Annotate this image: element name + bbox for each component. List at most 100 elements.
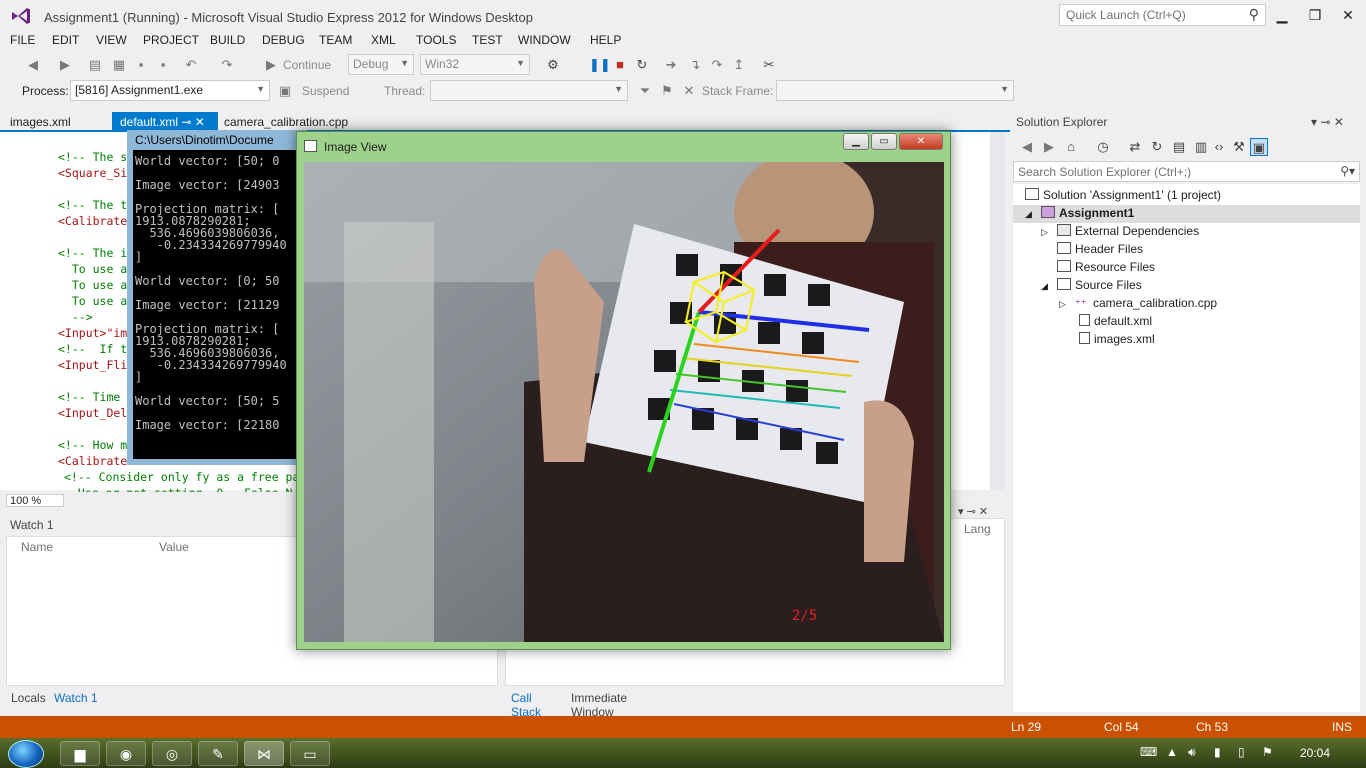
image-view-task-icon[interactable]: ▭ — [290, 741, 330, 766]
menu-debug[interactable]: DEBUG — [262, 33, 305, 47]
stack-frame-select[interactable]: ▼ — [776, 80, 1014, 101]
tree-item-camera-calibration-cpp[interactable]: ▷ ⁺⁺ camera_calibration.cpp — [1059, 296, 1217, 310]
hex-display-icon[interactable]: ✂ — [760, 56, 778, 74]
properties-icon[interactable]: ⚒ — [1230, 138, 1248, 156]
save-all-icon[interactable]: ▪ — [154, 56, 172, 74]
stop-debugging-icon[interactable]: ■ — [611, 56, 629, 74]
tree-item-resource-files[interactable]: Resource Files — [1057, 260, 1155, 274]
media-task-icon[interactable]: ◎ — [152, 741, 192, 766]
menu-file[interactable]: FILE — [10, 33, 35, 47]
power-icon[interactable]: ▯ — [1238, 745, 1245, 759]
zoom-select[interactable]: 100 % — [6, 494, 64, 507]
continue-icon[interactable]: ▶ — [262, 56, 280, 74]
watch-col-value[interactable]: Value — [159, 540, 189, 554]
menu-view[interactable]: VIEW — [96, 33, 127, 47]
pin-icon[interactable]: ⊸ — [181, 115, 191, 129]
solution-tree[interactable]: Solution 'Assignment1' (1 project) ◢ Assi… — [1013, 184, 1360, 712]
solution-platform-select[interactable]: Win32 ▼ — [420, 54, 530, 75]
process-select[interactable]: [5816] Assignment1.exe ▼ — [70, 80, 270, 101]
solution-explorer-search-input[interactable]: Search Solution Explorer (Ctrl+;) ⚲▾ — [1013, 161, 1360, 182]
start-button[interactable] — [8, 740, 44, 768]
action-center-flag-icon[interactable]: ⚑ — [1262, 745, 1273, 759]
navigate-forward-icon[interactable]: ▶ — [56, 56, 74, 74]
pending-changes-filter-icon[interactable]: ◷ — [1094, 138, 1112, 156]
network-icon[interactable]: ▮ — [1214, 745, 1221, 759]
menu-project[interactable]: PROJECT — [143, 33, 199, 47]
taskbar-clock[interactable]: 20:04 — [1300, 746, 1330, 760]
menu-window[interactable]: WINDOW — [518, 33, 571, 47]
menu-xml[interactable]: XML — [371, 33, 396, 47]
menu-help[interactable]: HELP — [590, 33, 621, 47]
view-code-icon[interactable]: ‹› — [1210, 138, 1228, 156]
tab-watch-1[interactable]: Watch 1 — [54, 691, 98, 705]
attach-icon[interactable]: ⚙ — [544, 56, 562, 74]
tree-item-source-files[interactable]: ◢ Source Files — [1041, 278, 1142, 292]
solution-configuration-select[interactable]: Debug ▼ — [348, 54, 414, 75]
menu-team[interactable]: TEAM — [319, 33, 352, 47]
tree-item-solution[interactable]: Solution 'Assignment1' (1 project) — [1025, 188, 1221, 202]
tab-default-xml[interactable]: default.xml ⊸ ✕ — [112, 112, 218, 132]
tab-immediate-window[interactable]: Immediate Window — [571, 691, 627, 719]
keyboard-icon[interactable]: ⌨ — [1140, 745, 1157, 759]
watch-col-name[interactable]: Name — [21, 540, 53, 554]
tree-item-default-xml[interactable]: default.xml — [1079, 314, 1152, 328]
step-into-icon[interactable]: ↴ — [686, 56, 704, 74]
console-window[interactable]: World vector: [50; 0 Image vector: [24903… — [127, 130, 307, 465]
step-over-icon[interactable]: ↷ — [708, 56, 726, 74]
show-next-statement-icon[interactable]: ➜ — [662, 56, 680, 74]
step-out-icon[interactable]: ↥ — [730, 56, 748, 74]
show-hidden-icons-icon[interactable]: ▲ — [1166, 745, 1178, 759]
continue-button[interactable]: Continue — [283, 58, 331, 72]
quick-launch-input[interactable]: Quick Launch (Ctrl+Q) ⚲ — [1059, 4, 1266, 26]
tab-camera-calibration-cpp[interactable]: camera_calibration.cpp — [216, 112, 356, 132]
call-stack-col-lang[interactable]: Lang — [964, 522, 991, 536]
minimize-button[interactable]: ▁ — [1267, 4, 1297, 26]
explorer-task-icon[interactable]: ▆ — [60, 741, 100, 766]
thread-select[interactable]: ▼ — [430, 80, 628, 101]
tree-item-images-xml[interactable]: images.xml — [1079, 332, 1155, 346]
editor-vertical-scrollbar[interactable] — [990, 132, 1005, 490]
solution-explorer-window-controls-icon[interactable]: ▾ ⊸ ✕ — [1311, 115, 1344, 129]
lifecycle-events-icon[interactable]: ▣ — [276, 82, 294, 100]
new-project-icon[interactable]: ▤ — [86, 56, 104, 74]
forward-icon[interactable]: ▶ — [1040, 138, 1058, 156]
tree-item-project[interactable]: ◢ Assignment1 — [1013, 205, 1360, 223]
tree-item-header-files[interactable]: Header Files — [1057, 242, 1143, 256]
collapse-arrow-icon[interactable]: ▷ — [1041, 227, 1057, 238]
threads-toggle-icon[interactable]: ✕ — [680, 82, 698, 100]
tab-images-xml[interactable]: images.xml — [2, 112, 79, 132]
image-view-maximize-button[interactable]: ▭ — [871, 133, 897, 150]
undo-icon[interactable]: ↶ — [182, 56, 200, 74]
refresh-icon[interactable]: ↻ — [1148, 138, 1166, 156]
notepad-task-icon[interactable]: ✎ — [198, 741, 238, 766]
restore-button[interactable]: ❐ — [1300, 4, 1330, 26]
navigate-back-icon[interactable]: ◀ — [24, 56, 42, 74]
suspend-button[interactable]: Suspend — [302, 84, 349, 98]
tab-locals[interactable]: Locals — [11, 691, 46, 705]
filter-icon[interactable]: ⏷ — [636, 82, 654, 100]
tab-call-stack[interactable]: Call Stack — [511, 691, 541, 719]
flag-icon[interactable]: ⚑ — [658, 82, 676, 100]
show-all-files-icon[interactable]: ▥ — [1192, 138, 1210, 156]
menu-build[interactable]: BUILD — [210, 33, 245, 47]
restart-icon[interactable]: ↻ — [633, 56, 651, 74]
back-icon[interactable]: ◀ — [1018, 138, 1036, 156]
tree-item-external-dependencies[interactable]: ▷ External Dependencies — [1041, 224, 1199, 238]
menu-tools[interactable]: TOOLS — [416, 33, 456, 47]
chrome-task-icon[interactable]: ◉ — [106, 741, 146, 766]
close-tab-icon[interactable]: ✕ — [195, 115, 205, 129]
save-icon[interactable]: ▪ — [132, 56, 150, 74]
open-file-icon[interactable]: ▦ — [110, 56, 128, 74]
panel-pin-close-icon[interactable]: ▾ ⊸ ✕ — [958, 505, 988, 518]
visual-studio-task-icon[interactable]: ⋈ — [244, 741, 284, 766]
menu-test[interactable]: TEST — [472, 33, 503, 47]
collapse-all-icon[interactable]: ▤ — [1170, 138, 1188, 156]
collapse-arrow-icon[interactable]: ▷ — [1059, 299, 1075, 310]
volume-icon[interactable]: 🔊︎ — [1188, 745, 1196, 760]
expand-arrow-icon[interactable]: ◢ — [1025, 206, 1041, 222]
redo-icon[interactable]: ↷ — [218, 56, 236, 74]
close-button[interactable]: ✕ — [1333, 4, 1363, 26]
image-view-minimize-button[interactable]: ▁ — [843, 133, 869, 150]
break-all-icon[interactable]: ❚❚ — [589, 56, 611, 74]
sync-icon[interactable]: ⇄ — [1126, 138, 1144, 156]
